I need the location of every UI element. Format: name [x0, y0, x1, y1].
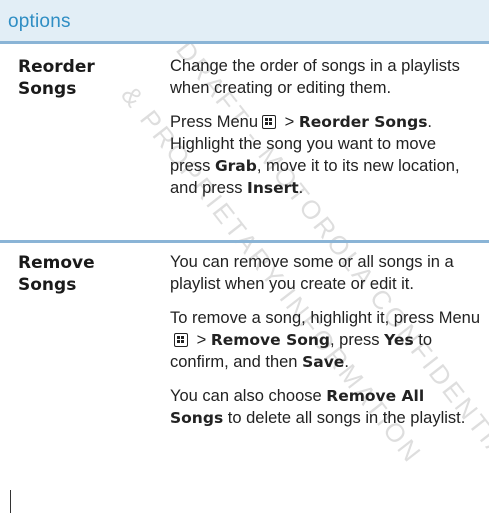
text-run: . — [344, 353, 349, 371]
text-run: You can also choose — [170, 387, 327, 405]
text-run: , press — [330, 331, 385, 349]
term-line: Songs — [18, 79, 77, 99]
term-line: Reorder — [18, 57, 95, 77]
description-paragraph: Change the order of songs in a playlists… — [170, 57, 460, 97]
term-line: Songs — [18, 275, 77, 295]
bold-term: Grab — [214, 157, 257, 175]
bold-term: Reorder Songs — [298, 113, 428, 131]
bold-term: Insert — [247, 179, 299, 197]
text-run: . — [298, 179, 304, 197]
text-run: > — [192, 331, 211, 349]
menu-key-icon — [262, 115, 277, 129]
text-run: to delete all songs in the playlist. — [223, 409, 466, 427]
bold-term: Remove Song — [210, 331, 331, 349]
description-paragraph: To remove a song, highlight it, press Me… — [170, 307, 480, 373]
description-paragraph: You can also choose Remove All Songs to … — [170, 385, 480, 429]
column-divider — [10, 490, 11, 513]
description-paragraph: Press Menu > Reorder Songs. Highlight th… — [170, 111, 480, 199]
text-run: Press Menu — [170, 113, 259, 131]
text-run: > — [280, 113, 299, 131]
term-line: Remove — [18, 253, 95, 273]
option-description: You can remove some or all songs in a pl… — [170, 251, 480, 441]
options-table: DRAFT - MOTOROLA CONFIDENTIAL & PROPRIET… — [0, 0, 489, 513]
bold-term: Yes — [384, 331, 414, 349]
option-description: Change the order of songs in a playlists… — [170, 55, 480, 211]
description-paragraph: You can remove some or all songs in a pl… — [170, 253, 454, 293]
menu-key-icon — [174, 333, 188, 347]
option-term: Reorder Songs — [18, 56, 148, 100]
text-run: To remove a song, highlight it, press Me… — [170, 309, 480, 327]
table-header: options — [0, 0, 489, 44]
option-term: Remove Songs — [18, 252, 148, 296]
option-row-reorder-songs: Reorder Songs Change the order of songs … — [0, 44, 489, 243]
bold-term: Save — [302, 353, 345, 371]
header-title: options — [8, 11, 71, 32]
option-row-remove-songs: Remove Songs You can remove some or all … — [0, 243, 489, 513]
